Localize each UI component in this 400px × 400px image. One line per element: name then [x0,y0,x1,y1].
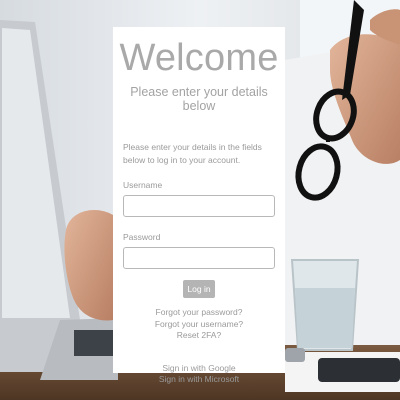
username-input[interactable] [123,195,275,217]
password-input[interactable] [123,247,275,269]
login-card: Welcome Please enter your details below … [113,27,285,384]
welcome-heading: Welcome [119,37,279,79]
sign-in-google-link[interactable]: Sign in with Google [113,363,285,375]
login-instructions: Please enter your details in the fields … [123,142,262,165]
forgot-username-link[interactable]: Forgot your username? [113,319,285,331]
login-subtitle: Please enter your details below [130,85,268,113]
login-button[interactable]: Log in [183,280,215,298]
sso-links: Sign in with Google Sign in with Microso… [113,363,285,386]
username-label: Username [123,180,163,190]
forgot-password-link[interactable]: Forgot your password? [113,307,285,319]
account-help-links: Forgot your password? Forgot your userna… [113,307,285,342]
password-label: Password [123,232,161,242]
sign-in-microsoft-link[interactable]: Sign in with Microsoft [113,374,285,386]
reset-2fa-link[interactable]: Reset 2FA? [113,330,285,342]
